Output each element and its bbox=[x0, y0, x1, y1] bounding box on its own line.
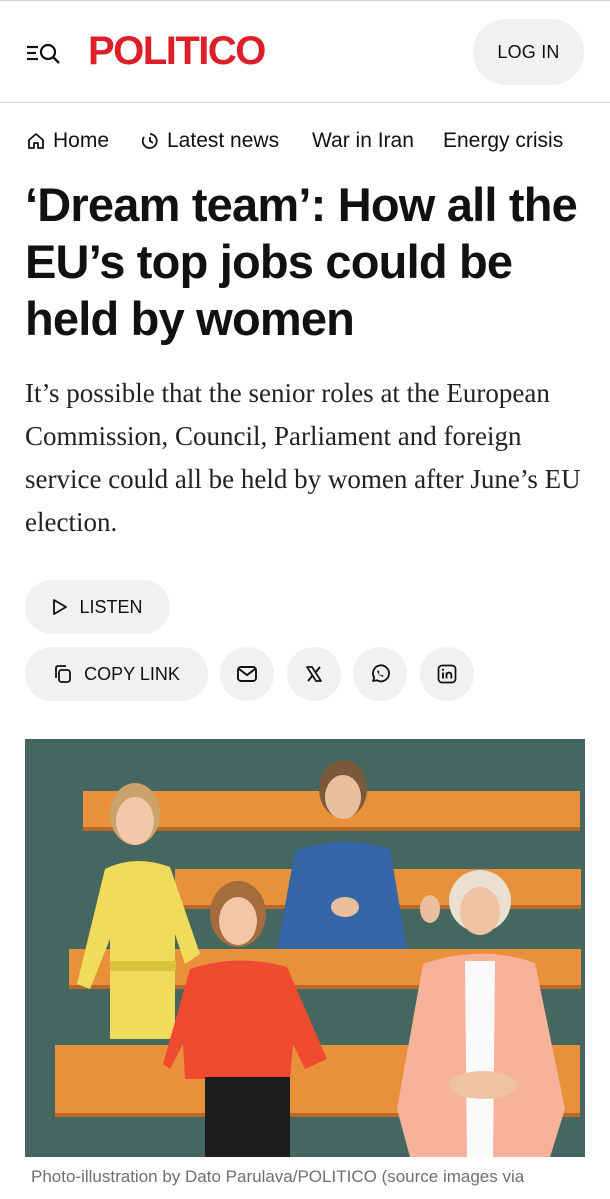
share-email-button[interactable] bbox=[220, 647, 274, 701]
copy-link-label: COPY LINK bbox=[84, 663, 180, 684]
whatsapp-icon bbox=[372, 664, 390, 683]
copy-icon bbox=[55, 665, 72, 683]
clock-icon bbox=[141, 133, 158, 149]
nav-label-energy-crisis: Energy crisis bbox=[443, 129, 564, 152]
email-icon bbox=[237, 666, 257, 682]
article-dek: It’s possible that the senior roles at t… bbox=[25, 378, 581, 537]
linkedin-icon bbox=[437, 664, 457, 684]
nav-item-home[interactable]: Home bbox=[26, 127, 109, 155]
x-icon bbox=[306, 666, 322, 682]
nav-item-latest-news[interactable]: Latest news bbox=[140, 127, 279, 155]
nav-scroll-fade bbox=[580, 103, 610, 175]
menu-search-icon[interactable] bbox=[26, 39, 62, 67]
article-headline: ‘Dream team’: How all the EU’s top jobs … bbox=[25, 178, 578, 345]
listen-button[interactable]: LISTEN bbox=[25, 580, 170, 634]
copy-link-button[interactable]: COPY LINK bbox=[25, 647, 208, 701]
nav-label-latest-news: Latest news bbox=[167, 129, 280, 152]
nav-item-energy-crisis[interactable]: Energy crisis bbox=[443, 127, 563, 155]
listen-label: LISTEN bbox=[79, 596, 143, 617]
site-header: POLITICO LOG IN bbox=[0, 0, 610, 103]
home-icon bbox=[28, 133, 44, 149]
politico-logo[interactable]: POLITICO bbox=[88, 29, 266, 73]
photo-caption: Photo-illustration by Dato Parulava/POLI… bbox=[31, 1167, 525, 1186]
section-nav: Home Latest news War in Iran Energy cris… bbox=[0, 103, 610, 175]
play-icon bbox=[53, 599, 68, 615]
nav-label-war-in-iran: War in Iran bbox=[312, 129, 414, 152]
share-whatsapp-button[interactable] bbox=[353, 647, 407, 701]
article-photo bbox=[25, 739, 585, 1157]
share-linkedin-button[interactable] bbox=[420, 647, 474, 701]
nav-item-war-in-iran[interactable]: War in Iran bbox=[312, 127, 414, 155]
login-button[interactable]: LOG IN bbox=[473, 19, 584, 85]
nav-label-home: Home bbox=[53, 129, 110, 152]
share-x-button[interactable] bbox=[287, 647, 341, 701]
